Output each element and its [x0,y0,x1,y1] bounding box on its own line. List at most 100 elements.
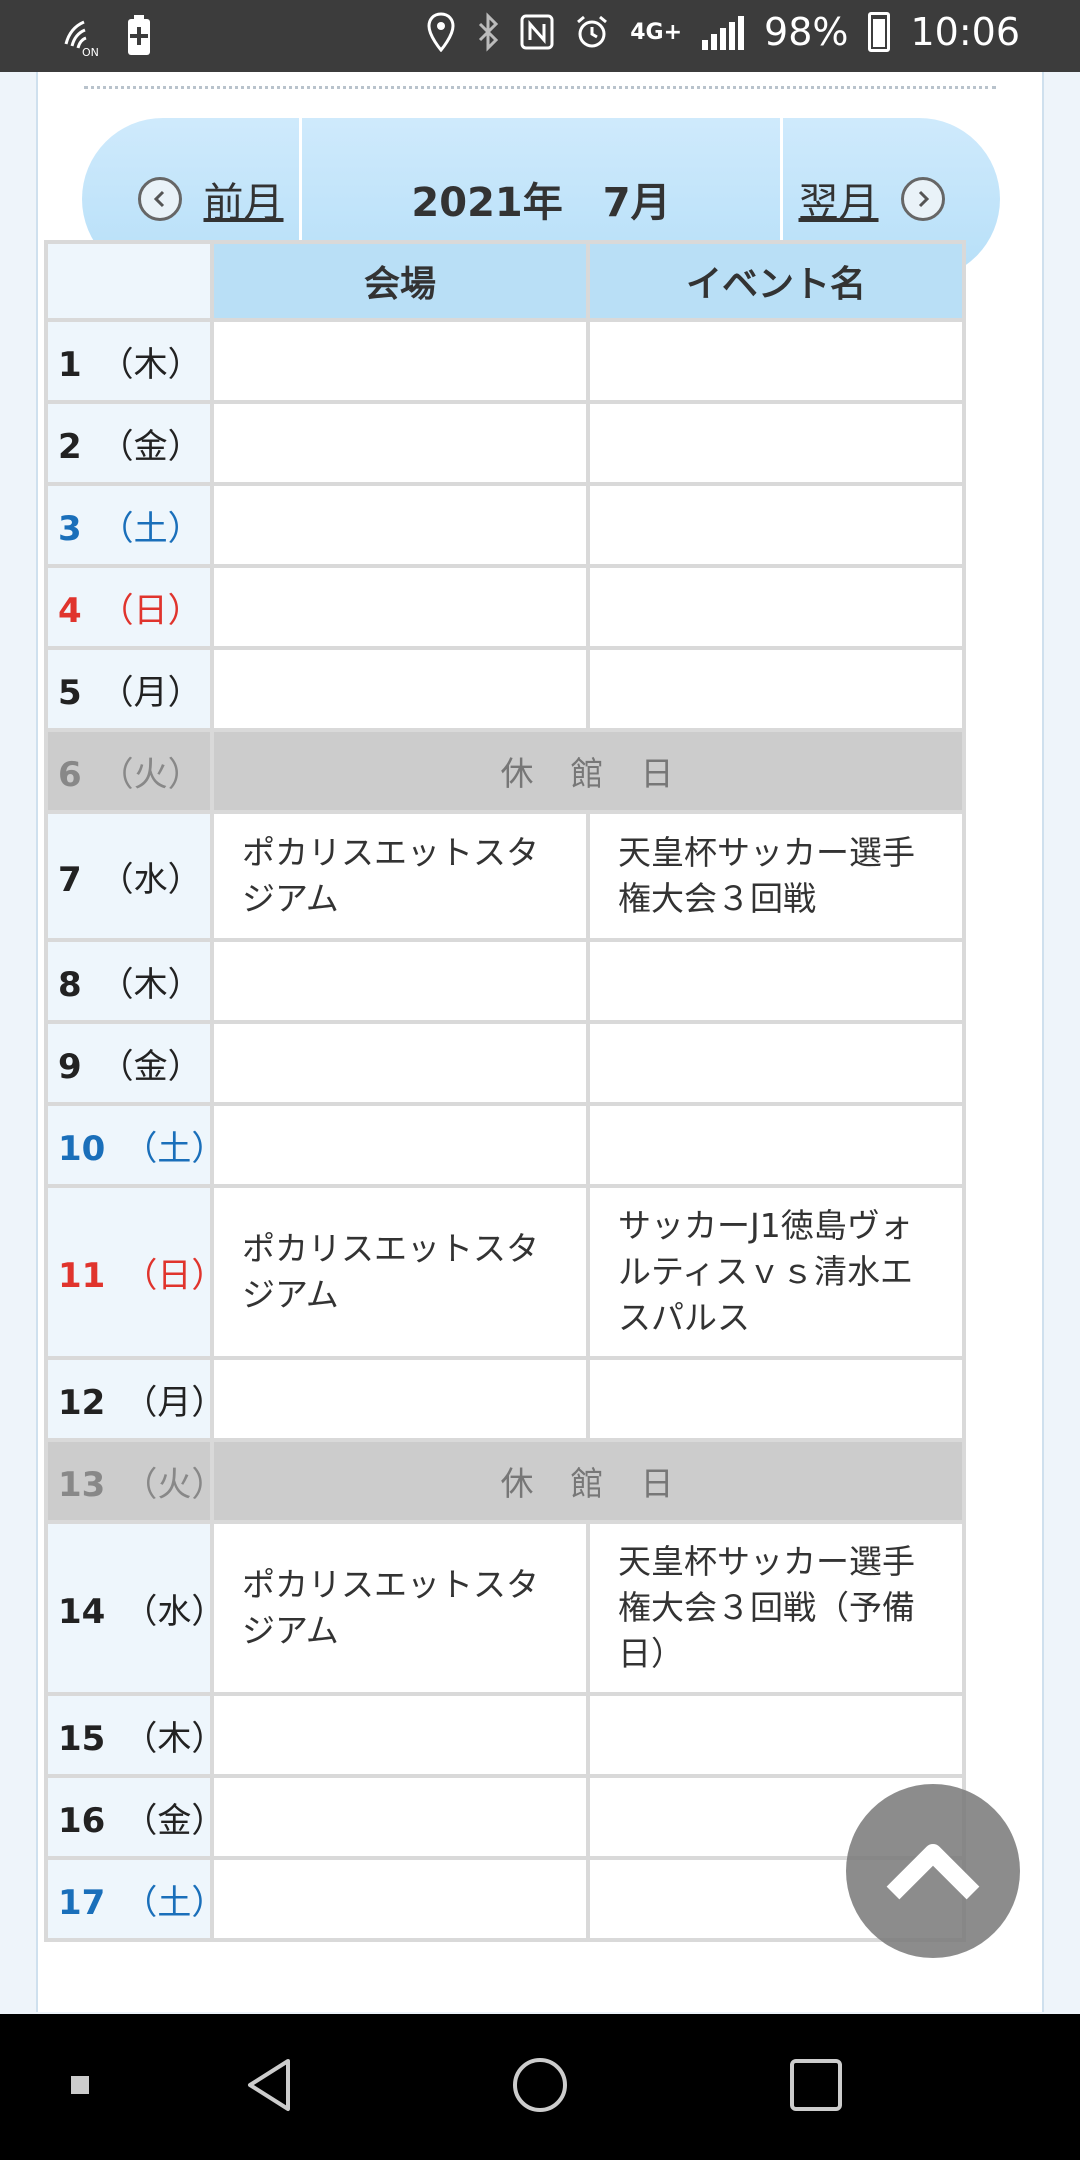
day-cell: 8 （木） [48,942,210,1020]
prev-month-link[interactable]: 前月 [204,170,284,228]
scroll-to-top-button[interactable] [846,1784,1020,1958]
table-row: 8 （木） [48,942,962,1020]
day-number: 4 [58,590,82,631]
battery-percent: 98% [764,10,849,54]
event-calendar-table: 会場 イベント名 1 （木） 2 （金） 3 （土） 4 （日） 5 （月） 6 （火）休 館 日 7 （… [44,240,966,1942]
network-4g-icon: 4G+ [630,19,683,45]
home-circle-icon [510,2055,570,2119]
venue-cell [214,1106,586,1184]
wifi-calling-icon: ON [60,12,104,60]
venue-cell: ポカリスエットスタジアム [214,814,586,938]
weekday-label: （木） [99,964,202,1005]
back-button[interactable] [220,2014,320,2160]
closed-day-label: 休 館 日 [214,732,962,810]
day-number: 8 [58,964,82,1005]
recent-apps-button[interactable] [766,2014,866,2160]
weekday-label: （金） [99,426,202,467]
weekday-label: （月） [123,1382,210,1423]
battery-saver-icon [126,12,152,60]
day-number: 5 [58,672,82,713]
table-row: 13 （火）休 館 日 [48,1442,962,1520]
day-cell: 1 （木） [48,322,210,400]
weekday-label: （土） [99,508,202,549]
weekday-label: （火） [123,1464,210,1505]
event-cell [590,404,962,482]
day-cell: 11 （日） [48,1188,210,1356]
weekday-label: （日） [123,1255,210,1296]
table-row: 9 （金） [48,1024,962,1102]
table-row: 12 （月） [48,1360,962,1438]
weekday-label: （水） [123,1591,210,1632]
day-cell: 14 （水） [48,1524,210,1692]
day-number: 10 [58,1128,106,1169]
status-bar: ON 4G+ 98% 10:06 [0,0,1080,72]
day-number: 17 [58,1882,106,1923]
day-number: 11 [58,1255,106,1296]
table-row: 1 （木） [48,322,962,400]
day-number: 7 [58,859,82,900]
chevron-right-icon [900,177,945,221]
day-number: 12 [58,1382,106,1423]
table-row: 4 （日） [48,568,962,646]
event-cell [590,1024,962,1102]
table-row: 16 （金） [48,1778,962,1856]
weekday-label: （水） [99,859,202,900]
day-cell: 16 （金） [48,1778,210,1856]
table-row: 3 （土） [48,486,962,564]
day-cell: 4 （日） [48,568,210,646]
day-number: 3 [58,508,82,549]
venue-cell [214,568,586,646]
venue-cell [214,486,586,564]
svg-text:ON: ON [82,46,99,58]
square-dot-icon [71,2076,89,2098]
day-cell: 17 （土） [48,1860,210,1938]
weekday-label: （木） [99,344,202,385]
weekday-label: （木） [123,1718,210,1759]
venue-cell [214,1778,586,1856]
weekday-label: （火） [99,754,202,795]
table-row: 11 （日）ポカリスエットスタジアムサッカーJ1徳島ヴォルティスｖｓ清水エスパルス [48,1188,962,1356]
recent-dot-button[interactable] [50,2014,110,2160]
day-cell: 15 （木） [48,1696,210,1774]
event-cell [590,1106,962,1184]
venue-cell [214,1696,586,1774]
day-cell: 12 （月） [48,1360,210,1438]
weekday-label: （土） [123,1882,210,1923]
day-cell: 2 （金） [48,404,210,482]
day-number: 15 [58,1718,106,1759]
header-venue: 会場 [214,244,586,318]
venue-cell [214,1024,586,1102]
table-row: 6 （火） 休 館 日 [48,732,962,810]
day-cell: 6 （火） [48,732,210,810]
event-cell [590,650,962,728]
event-cell [590,1360,962,1438]
day-cell: 3 （土） [48,486,210,564]
signal-icon [702,14,745,50]
day-cell: 10 （土） [48,1106,210,1184]
day-number: 2 [58,426,82,467]
venue-cell: ポカリスエットスタジアム [214,1524,586,1692]
nfc-icon [520,8,554,56]
system-navigation-bar [0,2014,1080,2160]
event-cell [590,1696,962,1774]
weekday-label: （日） [99,590,202,631]
table-row: 2 （金） [48,404,962,482]
weekday-label: （金） [123,1800,210,1841]
venue-cell [214,942,586,1020]
event-cell [590,322,962,400]
alarm-icon [574,8,610,56]
weekday-label: （金） [99,1046,202,1087]
table-row: 17 （土） [48,1860,962,1938]
event-cell: 天皇杯サッカー選手権大会３回戦（予備日） [590,1524,962,1692]
event-cell [590,568,962,646]
venue-cell [214,404,586,482]
table-row: 15 （木） [48,1696,962,1774]
chevron-up-icon [883,1837,983,1905]
recent-square-icon [788,2057,844,2117]
venue-cell [214,650,586,728]
venue-cell [214,1360,586,1438]
next-month-link[interactable]: 翌月 [799,170,879,228]
chevron-left-icon [137,177,182,221]
home-button[interactable] [490,2014,590,2160]
header-event: イベント名 [590,244,962,318]
